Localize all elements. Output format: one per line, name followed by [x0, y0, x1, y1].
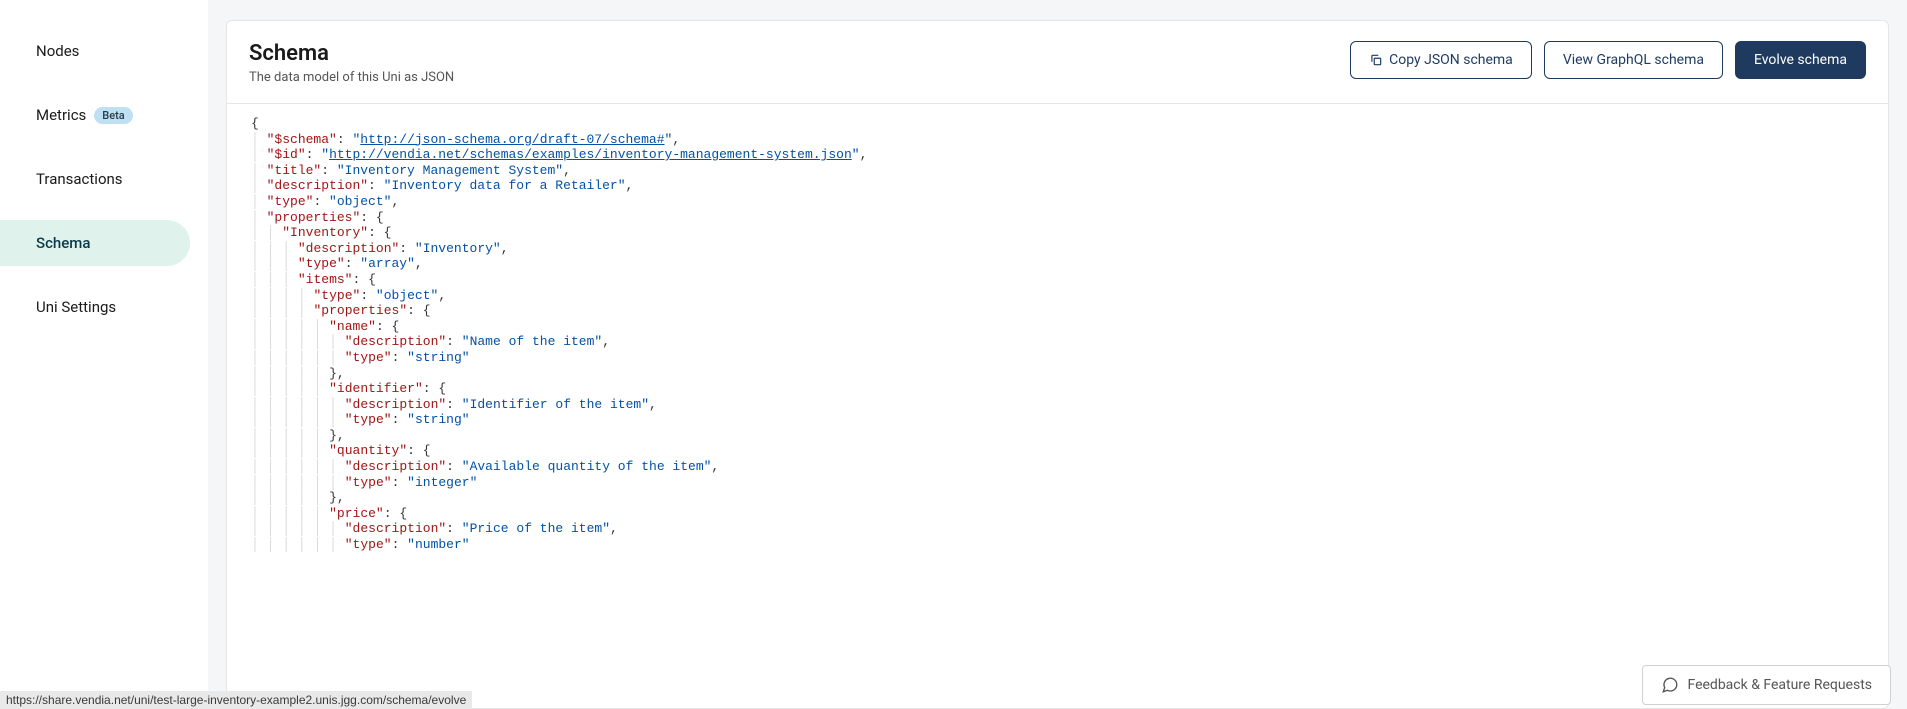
panel-actions: Copy JSON schema View GraphQL schema Evo…	[1350, 41, 1866, 79]
button-label: View GraphQL schema	[1563, 52, 1704, 68]
sidebar-item-transactions[interactable]: Transactions	[0, 156, 190, 202]
chat-icon	[1661, 676, 1679, 694]
json-code: { │ "$schema": "http://json-schema.org/d…	[251, 116, 1888, 553]
view-graphql-schema-button[interactable]: View GraphQL schema	[1544, 41, 1723, 79]
sidebar-item-metrics[interactable]: Metrics Beta	[0, 92, 190, 138]
schema-panel: Schema The data model of this Uni as JSO…	[226, 20, 1889, 709]
button-label: Evolve schema	[1754, 52, 1847, 68]
page-title: Schema	[249, 41, 454, 66]
schema-code-viewer[interactable]: { │ "$schema": "http://json-schema.org/d…	[227, 104, 1888, 708]
copy-icon	[1369, 53, 1383, 67]
main-content: Schema The data model of this Uni as JSO…	[208, 0, 1907, 709]
feedback-label: Feedback & Feature Requests	[1687, 677, 1872, 693]
sidebar-item-nodes[interactable]: Nodes	[0, 28, 190, 74]
panel-header: Schema The data model of this Uni as JSO…	[227, 21, 1888, 104]
sidebar: Nodes Metrics Beta Transactions Schema U…	[0, 0, 208, 709]
sidebar-item-uni-settings[interactable]: Uni Settings	[0, 284, 190, 330]
sidebar-item-label: Uni Settings	[36, 298, 116, 316]
sidebar-item-label: Nodes	[36, 42, 79, 60]
button-label: Copy JSON schema	[1389, 52, 1513, 68]
status-bar-url: https://share.vendia.net/uni/test-large-…	[0, 691, 472, 709]
feedback-button[interactable]: Feedback & Feature Requests	[1642, 665, 1891, 705]
page-subtitle: The data model of this Uni as JSON	[249, 70, 454, 85]
sidebar-item-label: Schema	[36, 234, 90, 252]
sidebar-item-label: Transactions	[36, 170, 123, 188]
evolve-schema-button[interactable]: Evolve schema	[1735, 41, 1866, 79]
copy-json-schema-button[interactable]: Copy JSON schema	[1350, 41, 1532, 79]
beta-badge: Beta	[94, 107, 132, 124]
sidebar-item-schema[interactable]: Schema	[0, 220, 190, 266]
title-block: Schema The data model of this Uni as JSO…	[249, 41, 454, 85]
sidebar-item-label: Metrics	[36, 106, 86, 124]
